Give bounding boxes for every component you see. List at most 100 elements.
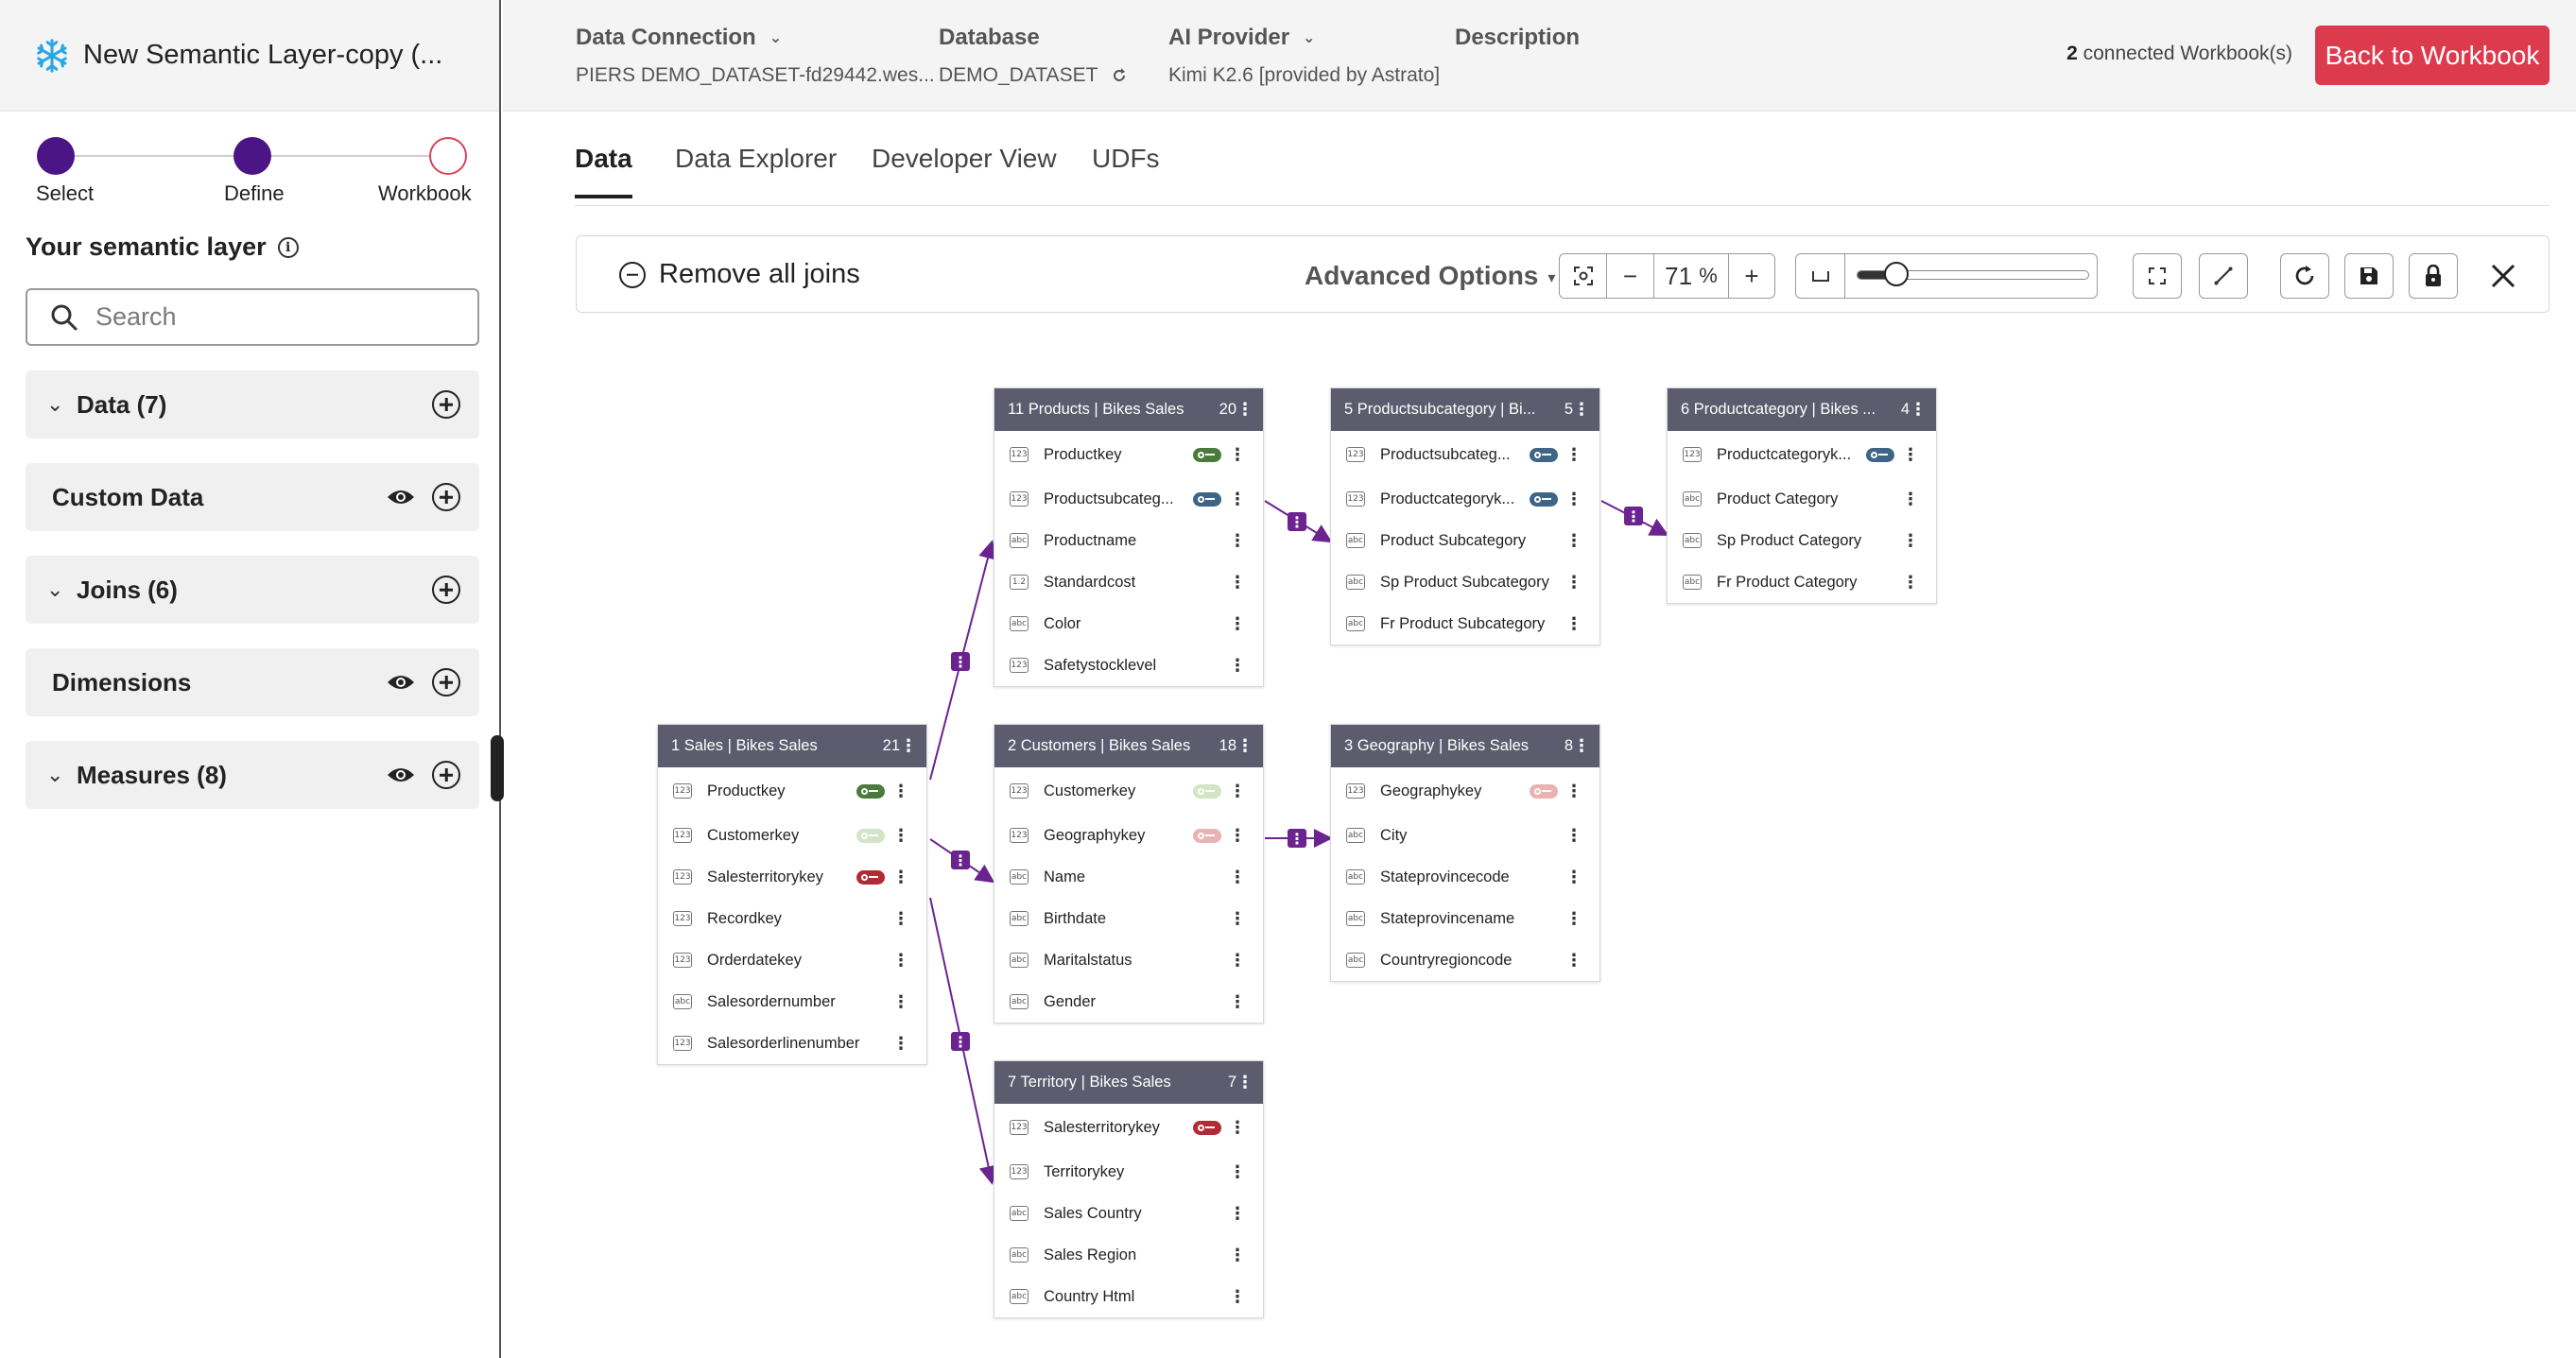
- table-customers[interactable]: 2 Customers | Bikes Sales 18 ⋮ 123 Customerk…: [994, 724, 1264, 1023]
- table-column-row[interactable]: 123 Territorykey ⋮: [994, 1151, 1263, 1193]
- kebab-menu-icon[interactable]: ⋮: [1229, 868, 1246, 887]
- add-measure-icon[interactable]: [432, 761, 460, 789]
- semantic-layer-name[interactable]: New Semantic Layer-copy (...: [83, 40, 442, 71]
- table-sales[interactable]: 1 Sales | Bikes Sales 21 ⋮ 123 Productkey ⋮ 12…: [657, 724, 927, 1065]
- section-data[interactable]: ⌄ Data (7): [26, 370, 479, 438]
- step-workbook-dot[interactable]: [429, 137, 467, 175]
- sidebar-resize-handle[interactable]: [491, 735, 504, 801]
- kebab-menu-icon[interactable]: ⋮: [892, 826, 909, 846]
- kebab-menu-icon[interactable]: ⋮: [1573, 736, 1590, 756]
- save-button[interactable]: [2344, 253, 2394, 299]
- table-column-row[interactable]: abc Productname ⋮: [994, 520, 1263, 561]
- table-column-row[interactable]: abc Gender ⋮: [994, 981, 1263, 1023]
- table-column-row[interactable]: abc Countryregioncode ⋮: [1331, 939, 1599, 981]
- table-column-row[interactable]: abc Color ⋮: [994, 603, 1263, 645]
- join-products-subcategory[interactable]: ⋮: [1264, 500, 1333, 543]
- table-geography[interactable]: 3 Geography | Bikes Sales 8 ⋮ 123 Geographyk…: [1330, 724, 1600, 982]
- zoom-level[interactable]: 71 %: [1654, 254, 1729, 298]
- table-column-row[interactable]: 123 Productcategoryk... ⋮: [1331, 478, 1599, 520]
- kebab-menu-icon[interactable]: ⋮: [1565, 868, 1582, 887]
- step-define-dot[interactable]: [233, 137, 271, 175]
- table-header[interactable]: 11 Products | Bikes Sales 20 ⋮: [994, 388, 1263, 431]
- table-column-row[interactable]: 123 Customerkey ⋮: [658, 815, 926, 856]
- table-column-row[interactable]: 123 Safetystocklevel ⋮: [994, 645, 1263, 686]
- table-header[interactable]: 5 Productsubcategory | Bi... 5 ⋮: [1331, 388, 1599, 431]
- table-column-row[interactable]: 123 Salesterritorykey ⋮: [994, 1104, 1263, 1151]
- data-connection[interactable]: Data Connection ⌄ PIERS DEMO_DATASET-fd29…: [576, 25, 935, 87]
- table-column-row[interactable]: 123 Salesorderlinenumber ⋮: [658, 1023, 926, 1064]
- kebab-menu-icon[interactable]: ⋮: [1229, 909, 1246, 929]
- table-column-row[interactable]: 123 Recordkey ⋮: [658, 898, 926, 939]
- schema-canvas[interactable]: ⋮ ⋮ ⋮ ⋮ ⋮ ⋮ 11 Products | Bikes Sales 20 ⋮ 123 Pr…: [576, 321, 2550, 1358]
- kebab-menu-icon[interactable]: ⋮: [1902, 573, 1919, 593]
- table-column-row[interactable]: abc Stateprovincename ⋮: [1331, 898, 1599, 939]
- table-column-row[interactable]: abc Maritalstatus ⋮: [994, 939, 1263, 981]
- kebab-menu-icon[interactable]: ⋮: [1229, 614, 1246, 634]
- section-measures[interactable]: ⌄ Measures (8): [26, 741, 479, 809]
- table-column-row[interactable]: 123 Orderdatekey ⋮: [658, 939, 926, 981]
- kebab-menu-icon[interactable]: ⋮: [1229, 1287, 1246, 1307]
- join-sales-territory[interactable]: ⋮: [929, 897, 998, 1185]
- advanced-options-dropdown[interactable]: Advanced Options ▾: [1305, 261, 1555, 291]
- table-column-row[interactable]: 123 Geographykey ⋮: [1331, 767, 1599, 815]
- table-column-row[interactable]: 123 Productsubcateg... ⋮: [1331, 431, 1599, 478]
- zoom-out-button[interactable]: −: [1607, 254, 1654, 298]
- section-custom-data[interactable]: Custom Data: [26, 463, 479, 531]
- table-column-row[interactable]: 123 Productkey ⋮: [658, 767, 926, 815]
- fit-view-button[interactable]: [1560, 254, 1607, 298]
- refresh-icon[interactable]: [1111, 67, 1128, 84]
- table-column-row[interactable]: abc Product Category ⋮: [1668, 478, 1936, 520]
- close-button[interactable]: [2482, 255, 2524, 297]
- kebab-menu-icon[interactable]: ⋮: [1229, 992, 1246, 1012]
- add-dimension-icon[interactable]: [432, 668, 460, 696]
- kebab-menu-icon[interactable]: ⋮: [1229, 531, 1246, 551]
- kebab-menu-icon[interactable]: ⋮: [900, 736, 917, 756]
- chevron-down-icon[interactable]: ⌄: [46, 392, 77, 417]
- kebab-menu-icon[interactable]: ⋮: [892, 951, 909, 971]
- kebab-menu-icon[interactable]: ⋮: [1229, 951, 1246, 971]
- kebab-menu-icon[interactable]: ⋮: [1565, 531, 1582, 551]
- kebab-menu-icon[interactable]: ⋮: [1229, 656, 1246, 676]
- chevron-down-icon[interactable]: ⌄: [769, 28, 782, 47]
- join-sales-customers[interactable]: ⋮: [929, 838, 995, 884]
- back-to-workbook-button[interactable]: Back to Workbook: [2315, 26, 2550, 85]
- tab-udfs[interactable]: UDFs: [1092, 144, 1160, 195]
- kebab-menu-icon[interactable]: ⋮: [1229, 1204, 1246, 1224]
- search-box[interactable]: [26, 288, 479, 346]
- table-column-row[interactable]: 123 Salesterritorykey ⋮: [658, 856, 926, 898]
- table-column-row[interactable]: abc Sales Country ⋮: [994, 1193, 1263, 1234]
- table-column-row[interactable]: abc Salesordernumber ⋮: [658, 981, 926, 1023]
- kebab-menu-icon[interactable]: ⋮: [1229, 490, 1246, 509]
- table-column-row[interactable]: abc Sp Product Category ⋮: [1668, 520, 1936, 561]
- kebab-menu-icon[interactable]: ⋮: [1229, 573, 1246, 593]
- kebab-menu-icon[interactable]: ⋮: [1565, 826, 1582, 846]
- kebab-menu-icon[interactable]: ⋮: [1236, 736, 1253, 756]
- table-column-row[interactable]: abc Country Html ⋮: [994, 1276, 1263, 1317]
- chevron-down-icon[interactable]: ⌄: [1303, 28, 1315, 47]
- table-column-row[interactable]: abc City ⋮: [1331, 815, 1599, 856]
- tab-data-explorer[interactable]: Data Explorer: [675, 144, 837, 195]
- join-subcategory-category[interactable]: ⋮: [1600, 500, 1669, 536]
- join-sales-products[interactable]: ⋮: [929, 540, 997, 781]
- kebab-menu-icon[interactable]: ⋮: [1229, 1118, 1246, 1138]
- kebab-menu-icon[interactable]: ⋮: [1236, 1073, 1253, 1092]
- add-data-icon[interactable]: [432, 390, 460, 419]
- table-header[interactable]: 6 Productcategory | Bikes ... 4 ⋮: [1668, 388, 1936, 431]
- eye-icon[interactable]: [387, 673, 415, 692]
- section-dimensions[interactable]: Dimensions: [26, 648, 479, 716]
- kebab-menu-icon[interactable]: ⋮: [1902, 445, 1919, 465]
- kebab-menu-icon[interactable]: ⋮: [1565, 614, 1582, 634]
- table-header[interactable]: 1 Sales | Bikes Sales 21 ⋮: [658, 725, 926, 767]
- table-header[interactable]: 2 Customers | Bikes Sales 18 ⋮: [994, 725, 1263, 767]
- chevron-down-icon[interactable]: ⌄: [46, 763, 77, 787]
- zoom-in-button[interactable]: +: [1729, 254, 1774, 298]
- tab-developer-view[interactable]: Developer View: [872, 144, 1057, 195]
- table-productsubcategory[interactable]: 5 Productsubcategory | Bi... 5 ⋮ 123 Product…: [1330, 387, 1600, 645]
- kebab-menu-icon[interactable]: ⋮: [892, 992, 909, 1012]
- table-productcategory[interactable]: 6 Productcategory | Bikes ... 4 ⋮ 123 Produc…: [1667, 387, 1937, 604]
- table-column-row[interactable]: abc Sales Region ⋮: [994, 1234, 1263, 1276]
- tab-data[interactable]: Data: [575, 144, 632, 198]
- kebab-menu-icon[interactable]: ⋮: [892, 868, 909, 887]
- table-column-row[interactable]: abc Product Subcategory ⋮: [1331, 520, 1599, 561]
- fullscreen-button[interactable]: [2133, 253, 2182, 299]
